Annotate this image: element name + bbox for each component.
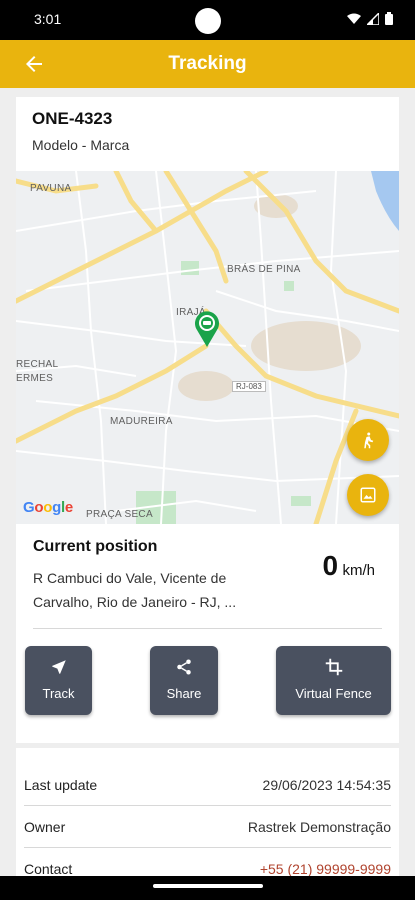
last-update-row: Last update 29/06/2023 14:54:35	[24, 764, 391, 806]
share-button[interactable]: Share	[150, 646, 218, 715]
gesture-nav-bar	[0, 876, 415, 900]
crop-icon	[325, 658, 342, 676]
street-view-button[interactable]	[347, 419, 389, 461]
pedestrian-icon	[364, 432, 374, 449]
signal-icon	[367, 12, 379, 25]
track-button-label: Track	[42, 686, 75, 701]
vehicle-plate: ONE-4323	[32, 109, 113, 128]
vehicle-location-pin-icon[interactable]	[194, 310, 220, 348]
contact-label: Contact	[24, 861, 73, 877]
position-address: R Cambuci do Vale, Vicente de Carvalho, …	[33, 570, 237, 610]
info-card: Last update 29/06/2023 14:54:35 Owner Ra…	[16, 748, 399, 880]
track-button[interactable]: Track	[25, 646, 92, 715]
vehicle-card: ONE-4323 Modelo - Marca	[16, 97, 399, 171]
camera-cutout	[195, 8, 221, 34]
map-label-pavuna: PAVUNA	[30, 183, 72, 194]
battery-icon	[385, 12, 393, 25]
map-label-ermes: ERMES	[16, 373, 54, 384]
home-handle[interactable]	[153, 884, 263, 888]
map-label-bras-de-pina: BRÁS DE PINA	[227, 264, 301, 275]
google-logo: Google	[23, 499, 73, 516]
map-layers-button[interactable]	[347, 474, 389, 516]
status-bar: 3:01	[0, 0, 415, 40]
status-time: 3:01	[34, 11, 62, 27]
share-icon	[177, 659, 191, 675]
map-label-madureira: MADUREIRA	[110, 416, 173, 427]
virtual-fence-button-label: Virtual Fence	[295, 686, 372, 701]
owner-label: Owner	[24, 819, 66, 835]
speed-value: 0	[322, 550, 339, 581]
app-bar: Tracking	[0, 40, 415, 88]
map-road-label: RJ-083	[232, 381, 266, 392]
owner-value: Rastrek Demonstração	[247, 819, 391, 835]
share-button-label: Share	[166, 686, 202, 701]
vehicle-model: Modelo - Marca	[32, 137, 130, 153]
image-icon	[360, 487, 376, 503]
wifi-icon	[347, 13, 361, 24]
speed-readout: 0 km/h	[322, 550, 375, 582]
owner-row: Owner Rastrek Demonstração	[24, 806, 391, 848]
position-card: Current position R Cambuci do Vale, Vice…	[16, 524, 399, 743]
map-label-rechal: RECHAL	[16, 359, 59, 370]
last-update-label: Last update	[24, 777, 98, 793]
divider	[33, 628, 382, 629]
map-label-praca-seca: PRAÇA SECA	[86, 509, 153, 520]
last-update-value: 29/06/2023 14:54:35	[262, 777, 391, 793]
navigation-arrow-icon	[51, 660, 66, 674]
virtual-fence-button[interactable]: Virtual Fence	[276, 646, 391, 715]
contact-phone-link[interactable]: +55 (21) 99999-9999	[260, 861, 391, 877]
speed-unit: km/h	[342, 562, 375, 579]
page-title: Tracking	[168, 53, 247, 74]
system-icons	[347, 12, 393, 25]
map-view[interactable]: PAVUNA BRÁS DE PINA IRAJÁ RECHAL ERMES M…	[16, 171, 399, 524]
